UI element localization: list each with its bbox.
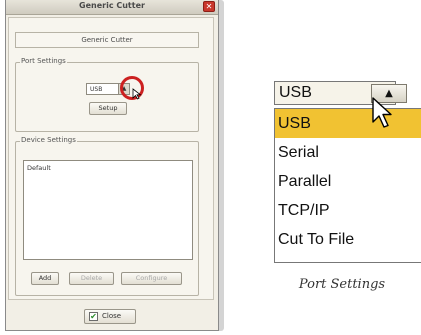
device-settings-list[interactable]: Default <box>23 160 193 260</box>
option-usb[interactable]: USB <box>275 109 421 138</box>
port-select-value: USB <box>90 86 103 93</box>
zoomed-select-value: USB <box>279 84 312 101</box>
configure-button[interactable]: Configure <box>121 272 182 285</box>
cursor-arrow-icon <box>372 97 392 128</box>
setup-button[interactable]: Setup <box>89 102 127 115</box>
option-serial[interactable]: Serial <box>275 138 421 167</box>
close-button-label: Close <box>102 312 122 320</box>
option-parallel[interactable]: Parallel <box>275 167 421 196</box>
port-options-list: USB Serial Parallel TCP/IP Cut To File <box>274 108 421 263</box>
device-name-field[interactable]: Generic Cutter <box>15 32 199 48</box>
cursor-arrow-icon <box>132 88 142 100</box>
dialog-title: Generic Cutter <box>79 1 145 10</box>
port-settings-label: Port Settings <box>20 57 67 65</box>
add-button[interactable]: Add <box>31 272 59 285</box>
dialog-footer: ✔ Close <box>8 305 214 329</box>
figure-caption: Port Settings <box>298 277 386 292</box>
zoomed-port-dropdown: USB ▲ USB Serial Parallel TCP/IP Cut To … <box>271 79 421 269</box>
port-settings-group: Port Settings USB ▲ Setup <box>15 57 199 132</box>
device-settings-label: Device Settings <box>20 136 77 144</box>
option-tcp-ip[interactable]: TCP/IP <box>275 196 421 225</box>
close-button[interactable]: ✔ Close <box>84 309 136 324</box>
list-item[interactable]: Default <box>24 161 192 175</box>
checkmark-icon: ✔ <box>89 312 98 321</box>
dialog-titlebar[interactable]: Generic Cutter ✕ <box>6 0 218 15</box>
close-icon[interactable]: ✕ <box>203 1 215 12</box>
device-settings-group: Device Settings Default Add Delete Confi… <box>15 136 199 296</box>
delete-button[interactable]: Delete <box>69 272 114 285</box>
option-cut-to-file[interactable]: Cut To File <box>275 225 421 254</box>
